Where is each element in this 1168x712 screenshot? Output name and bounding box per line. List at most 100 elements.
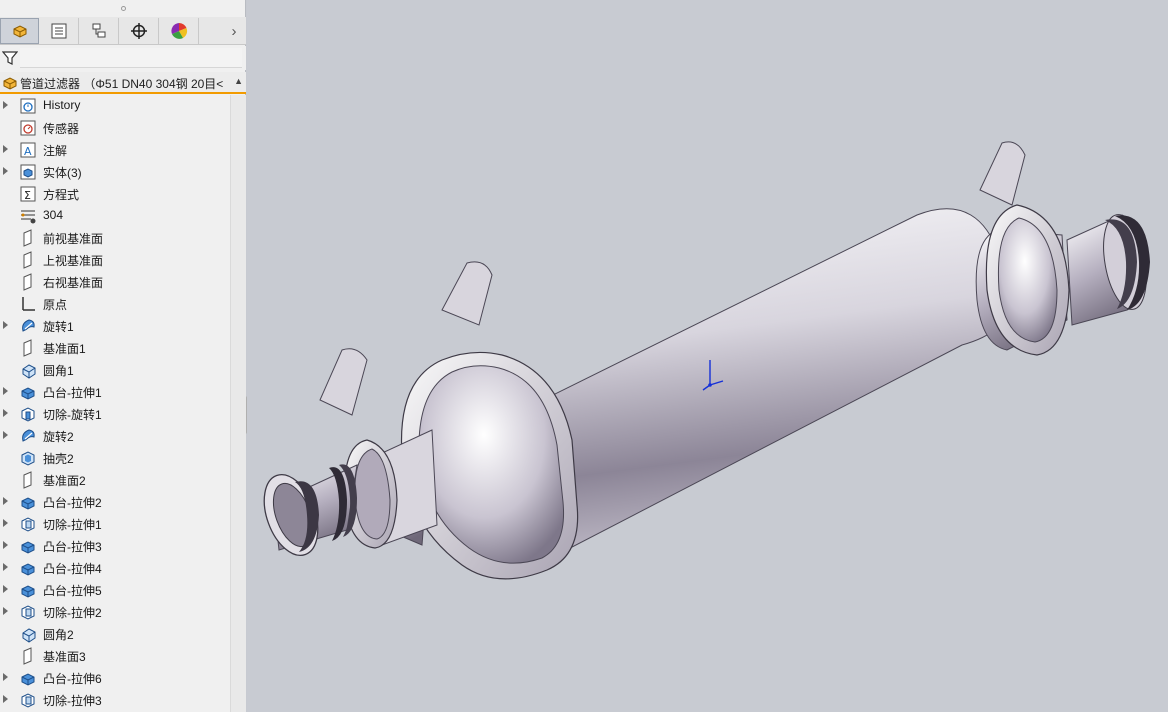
tree-item[interactable]: 切除-拉伸2 [0, 601, 230, 623]
plane-icon [23, 647, 32, 665]
tree-item-label: 传感器 [43, 122, 80, 136]
tree-item-label: 切除-旋转1 [43, 408, 102, 422]
tree-item-label: History [43, 98, 81, 112]
tree-item-label: 抽壳2 [43, 452, 74, 466]
tree-item[interactable]: 旋转1 [0, 315, 230, 337]
expand-arrow-icon[interactable] [3, 695, 8, 703]
tree-item[interactable]: 原点 [0, 293, 230, 315]
tree-item-label: 前视基准面 [43, 232, 104, 246]
tree-item[interactable]: 凸台-拉伸4 [0, 557, 230, 579]
plane-icon [23, 251, 32, 269]
tree-item[interactable]: 凸台-拉伸5 [0, 579, 230, 601]
expand-arrow-icon[interactable] [3, 145, 8, 153]
boss-extrude-icon [21, 387, 35, 400]
part-icon [13, 25, 26, 38]
tree-item[interactable]: 旋转2 [0, 425, 230, 447]
feature-manager-tab[interactable] [0, 18, 39, 44]
expand-arrow-icon[interactable] [3, 607, 8, 615]
filter-housing[interactable] [254, 141, 1153, 580]
boss-extrude-icon [21, 585, 35, 598]
annotation-icon: A [20, 142, 36, 158]
solid-bodies-icon [20, 164, 36, 180]
expand-arrow-icon[interactable] [3, 387, 8, 395]
expand-arrow-icon[interactable] [3, 167, 8, 175]
tree-item[interactable]: 凸台-拉伸3 [0, 535, 230, 557]
tree-item[interactable]: Σ 方程式 [0, 183, 230, 205]
tree-item[interactable]: 基准面1 [0, 337, 230, 359]
expand-arrow-icon[interactable] [3, 673, 8, 681]
property-manager-tab[interactable] [40, 18, 79, 44]
tree-filter[interactable] [0, 46, 246, 70]
tree-item[interactable]: 上视基准面 [0, 249, 230, 271]
tree-item[interactable]: 实体(3) [0, 161, 230, 183]
expand-arrow-icon[interactable] [3, 409, 8, 417]
tree-item-label: 凸台-拉伸4 [43, 562, 102, 576]
tree-item[interactable]: 基准面2 [0, 469, 230, 491]
root-part-label: 管道过滤器 （Φ51 DN40 304钢 20目< [20, 77, 224, 91]
tree-item[interactable]: 前视基准面 [0, 227, 230, 249]
expand-arrow-icon[interactable] [3, 321, 8, 329]
plane-icon [23, 273, 32, 291]
tree-item[interactable]: 基准面3 [0, 645, 230, 667]
configuration-manager-tab[interactable] [80, 18, 119, 44]
dimxpert-tab[interactable] [120, 18, 159, 44]
expand-arrow-icon[interactable] [3, 563, 8, 571]
tree-item[interactable]: 传感器 [0, 117, 230, 139]
tree-item-label: 圆角1 [43, 364, 74, 378]
tree-item-label: 旋转1 [43, 320, 74, 334]
display-manager-tab[interactable] [160, 18, 199, 44]
tree-item[interactable]: 抽壳2 [0, 447, 230, 469]
svg-text:Σ: Σ [24, 189, 31, 202]
tree-item-label: 基准面3 [43, 650, 86, 664]
filter-input[interactable] [20, 48, 242, 68]
tree-item[interactable]: 凸台-拉伸2 [0, 491, 230, 513]
tree-item-label: 凸台-拉伸6 [43, 672, 102, 686]
tree-item[interactable]: History [0, 95, 230, 117]
tree-item-label: 旋转2 [43, 430, 74, 444]
tree-item[interactable]: 右视基准面 [0, 271, 230, 293]
tree-item-label: 实体(3) [43, 166, 82, 180]
tree-item[interactable]: 304 [0, 205, 230, 227]
revolve-icon [22, 429, 35, 442]
tree-item[interactable]: 凸台-拉伸1 [0, 381, 230, 403]
panel-grip[interactable] [0, 0, 246, 16]
tree-root-part[interactable]: 管道过滤器 （Φ51 DN40 304钢 20目< ▲ [0, 72, 246, 94]
boss-extrude-icon [21, 563, 35, 576]
tree-item-label: 凸台-拉伸3 [43, 540, 102, 554]
expand-arrow-icon[interactable] [3, 101, 8, 109]
filter-icon[interactable] [2, 50, 18, 66]
more-tabs-chevron-icon[interactable]: › [226, 17, 242, 45]
tree-item[interactable]: 凸台-拉伸6 [0, 667, 230, 689]
boss-extrude-icon [21, 497, 35, 510]
tree-item-label: 切除-拉伸3 [43, 694, 102, 708]
tree-item-label: 凸台-拉伸2 [43, 496, 102, 510]
expand-arrow-icon[interactable] [3, 431, 8, 439]
scroll-up-icon[interactable]: ▲ [234, 76, 243, 86]
expand-arrow-icon[interactable] [3, 541, 8, 549]
material-icon [21, 210, 36, 224]
tree-item[interactable]: 圆角2 [0, 623, 230, 645]
cut-extrude-icon [21, 693, 35, 708]
tree-item[interactable]: 切除-拉伸1 [0, 513, 230, 535]
tree-item[interactable]: 切除-旋转1 [0, 403, 230, 425]
plane-icon [23, 229, 32, 247]
tree-item-label: 304 [43, 208, 64, 222]
feature-manager-tabbar: › [0, 17, 246, 45]
boss-extrude-icon [21, 541, 35, 554]
expand-arrow-icon[interactable] [3, 585, 8, 593]
feature-manager-panel: › 管道过滤器 （Φ51 DN40 304钢 20目< ▲ History 传感器… [0, 0, 246, 712]
origin-icon [22, 297, 35, 311]
tree-item-label: 凸台-拉伸1 [43, 386, 102, 400]
tree-item[interactable]: 切除-拉伸3 [0, 689, 230, 711]
graphics-area[interactable] [247, 0, 1168, 712]
tree-item[interactable]: A 注解 [0, 139, 230, 161]
expand-arrow-icon[interactable] [3, 497, 8, 505]
fillet-icon [22, 364, 36, 379]
svg-text:A: A [24, 145, 32, 158]
tree-scrollbar[interactable] [230, 95, 246, 712]
tree-item-label: 基准面2 [43, 474, 86, 488]
model-view [254, 141, 1153, 580]
expand-arrow-icon[interactable] [3, 519, 8, 527]
tree-item[interactable]: 圆角1 [0, 359, 230, 381]
cut-extrude-icon [21, 517, 35, 532]
